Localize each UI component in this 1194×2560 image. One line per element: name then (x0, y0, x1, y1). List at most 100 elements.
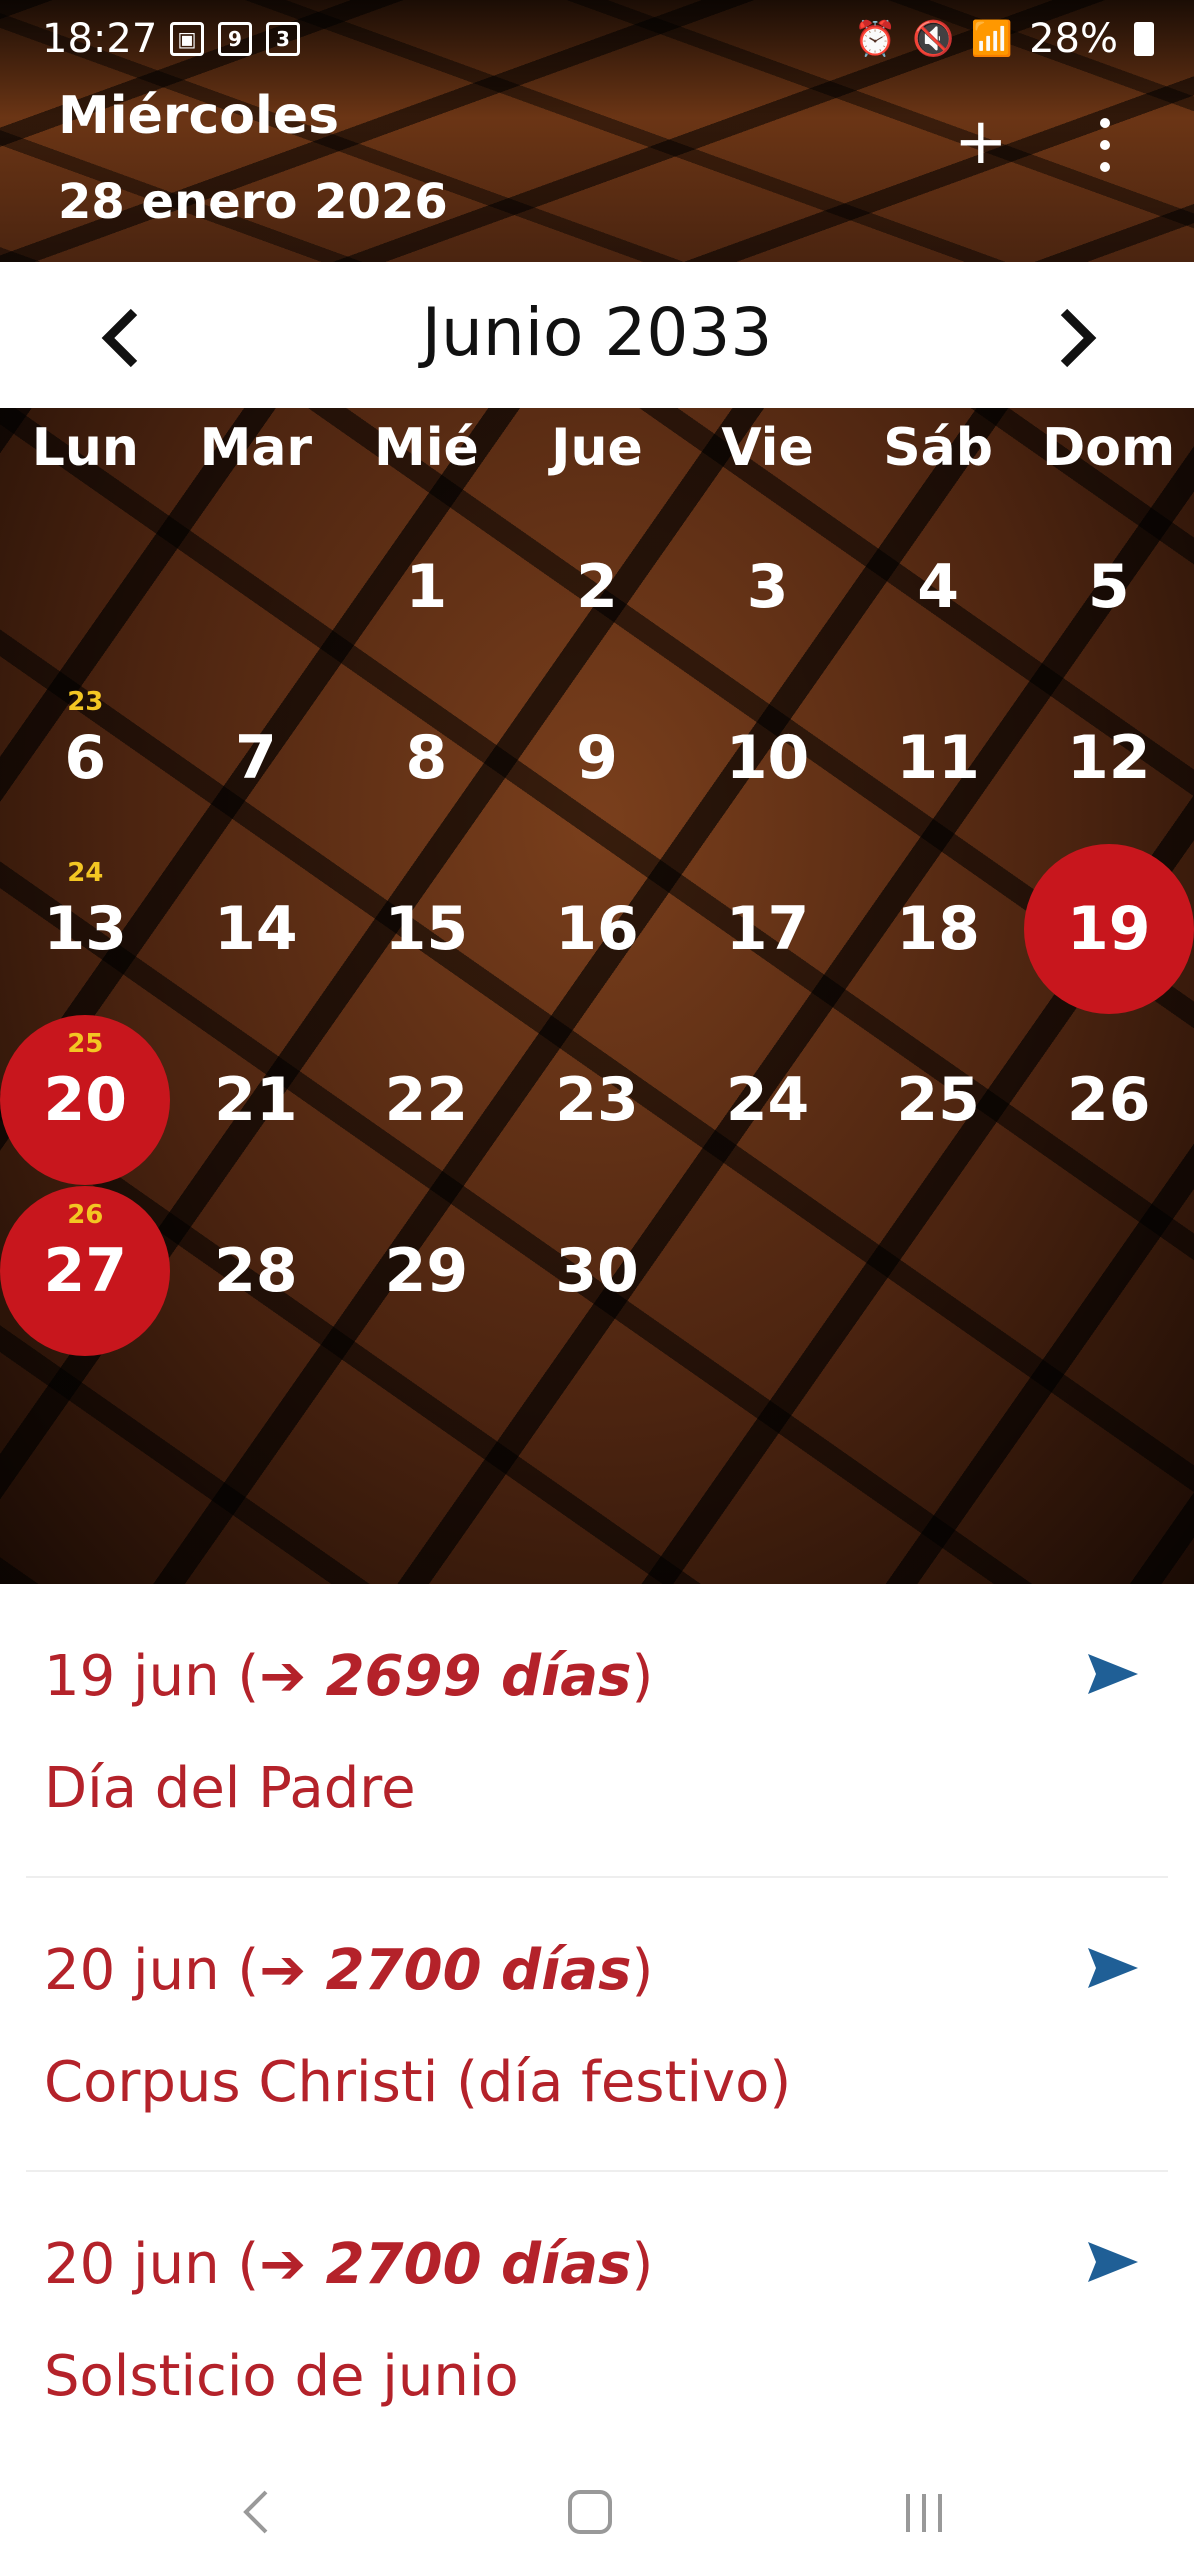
month-navigation: Junio 2033 (0, 262, 1194, 408)
calendar-day[interactable]: 2 (512, 502, 682, 672)
calendar-day[interactable]: 18 (853, 844, 1023, 1014)
day-number: 12 (1066, 723, 1151, 793)
status-bar: 18:27 ▣ 9 3 ⏰ 🔇 📶 28% (0, 0, 1194, 80)
weekday-label: Jue (551, 418, 643, 478)
day-number: 24 (725, 1065, 810, 1135)
system-navbar (0, 2464, 1194, 2560)
day-number: 22 (384, 1065, 469, 1135)
day-number: 26 (1066, 1065, 1151, 1135)
calendar-day[interactable]: 17 (683, 844, 853, 1014)
week-number: 25 (67, 1029, 104, 1059)
day-number: 29 (384, 1236, 469, 1306)
week-number: 24 (67, 858, 104, 888)
calendar-day[interactable]: 11 (853, 673, 1023, 843)
day-number: 8 (405, 723, 448, 793)
day-number: 25 (896, 1065, 980, 1135)
weekday-label: Lun (31, 418, 139, 478)
day-number: 11 (896, 723, 980, 793)
calendar-day[interactable]: 26 27 (0, 1186, 171, 1356)
calendar-day[interactable]: 14 (171, 844, 341, 1014)
send-icon[interactable] (1086, 2238, 1140, 2286)
current-weekday: Miércoles (58, 86, 340, 146)
weekday-label: Mié (373, 418, 479, 478)
back-icon[interactable] (236, 2482, 276, 2542)
day-number: 13 (43, 894, 128, 964)
calendar-grid: Lun Mar Mié Jue Vie Sáb Dom 1 2 3 4 5 23 6 7 8 9 1… (0, 408, 1194, 1584)
day-number: 28 (214, 1236, 298, 1306)
calendar-day[interactable]: 22 (341, 1015, 511, 1185)
weekday-header: Lun Mar Mié Jue Vie Sáb Dom (0, 418, 1194, 478)
wifi-icon: 📶 (970, 19, 1014, 59)
day-number: 15 (384, 894, 469, 964)
home-icon[interactable] (566, 2482, 616, 2542)
calendar-day[interactable]: 21 (171, 1015, 341, 1185)
day-number: 17 (725, 894, 810, 964)
weekday-label: Sáb (883, 418, 993, 478)
day-number: 23 (555, 1065, 639, 1135)
calendar-day[interactable]: 23 (512, 1015, 682, 1185)
calendar-day[interactable]: 25 (853, 1015, 1023, 1185)
day-number: 10 (725, 723, 810, 793)
calendar-day[interactable]: 15 (341, 844, 511, 1014)
day-number: 27 (43, 1236, 128, 1306)
calendar-day[interactable]: 28 (171, 1186, 341, 1356)
mute-icon: 🔇 (912, 19, 955, 59)
weekday-label: Mar (199, 418, 313, 478)
calendar-day[interactable]: 10 (683, 673, 853, 843)
more-vert-icon[interactable] (1100, 118, 1112, 184)
day-number: 5 (1087, 552, 1130, 622)
calendar-day[interactable]: 26 (1024, 1015, 1194, 1185)
calendar-day[interactable]: 12 (1024, 673, 1194, 843)
day-number: 9 (576, 723, 618, 793)
calendar-day[interactable]: 8 (341, 673, 511, 843)
current-date: 28 enero 2026 (58, 174, 448, 230)
calendar-day[interactable]: 23 6 (0, 673, 170, 843)
day-number: 6 (64, 723, 107, 793)
day-number: 21 (214, 1065, 298, 1135)
event-item[interactable]: 20 jun (➔ 2700 días) Corpus Christi (día… (26, 1878, 1168, 2172)
calendar-day[interactable]: 1 (341, 502, 511, 672)
day-number: 4 (917, 552, 960, 622)
recents-icon[interactable] (900, 2482, 950, 2542)
add-event-button[interactable]: + (954, 110, 1008, 174)
event-date: 19 jun (➔ 2699 días) (44, 1644, 654, 1709)
event-date: 20 jun (➔ 2700 días) (44, 1938, 654, 2003)
calendar-day[interactable]: 25 20 (0, 1015, 171, 1185)
calendar-day[interactable]: 4 (853, 502, 1023, 672)
calendar-day[interactable]: 30 (512, 1186, 682, 1356)
send-icon[interactable] (1086, 1650, 1140, 1698)
event-item[interactable]: 19 jun (➔ 2699 días) Día del Padre (26, 1584, 1168, 1878)
battery-icon (1134, 22, 1154, 56)
calendar-day[interactable]: 24 (683, 1015, 853, 1185)
day-number: 20 (43, 1065, 128, 1135)
notification-3-icon: 3 (266, 22, 300, 56)
week-number: 23 (67, 687, 104, 717)
day-number: 2 (576, 552, 618, 622)
day-number: 14 (214, 894, 298, 964)
next-month-button[interactable] (1040, 302, 1112, 374)
battery-percent: 28% (1029, 16, 1118, 62)
calendar-day[interactable]: 29 (341, 1186, 511, 1356)
day-number: 1 (405, 552, 448, 622)
weekday-label: Vie (721, 418, 814, 478)
calendar-day[interactable]: 7 (171, 673, 341, 843)
calendar-day[interactable]: 19 (1023, 844, 1194, 1014)
day-number: 18 (896, 894, 980, 964)
day-number: 30 (555, 1236, 639, 1306)
calendar-day[interactable]: 5 (1024, 502, 1194, 672)
calendar-day[interactable]: 9 (512, 673, 682, 843)
notification-9-icon: 9 (218, 22, 252, 56)
calendar-day[interactable]: 3 (683, 502, 853, 672)
week-number: 26 (67, 1200, 104, 1230)
status-time: 18:27 (42, 16, 158, 62)
calendar-day[interactable]: 16 (512, 844, 682, 1014)
chevron-right-icon (1060, 308, 1097, 368)
weekday-label: Dom (1042, 418, 1176, 478)
send-icon[interactable] (1086, 1944, 1140, 1992)
event-item[interactable]: 20 jun (➔ 2700 días) Solsticio de junio (26, 2172, 1168, 2466)
event-title: Solsticio de junio (44, 2344, 519, 2409)
alarm-icon: ⏰ (854, 19, 897, 59)
calendar-day[interactable]: 24 13 (0, 844, 170, 1014)
event-title: Corpus Christi (día festivo) (44, 2050, 792, 2115)
day-number: 19 (1066, 894, 1151, 964)
